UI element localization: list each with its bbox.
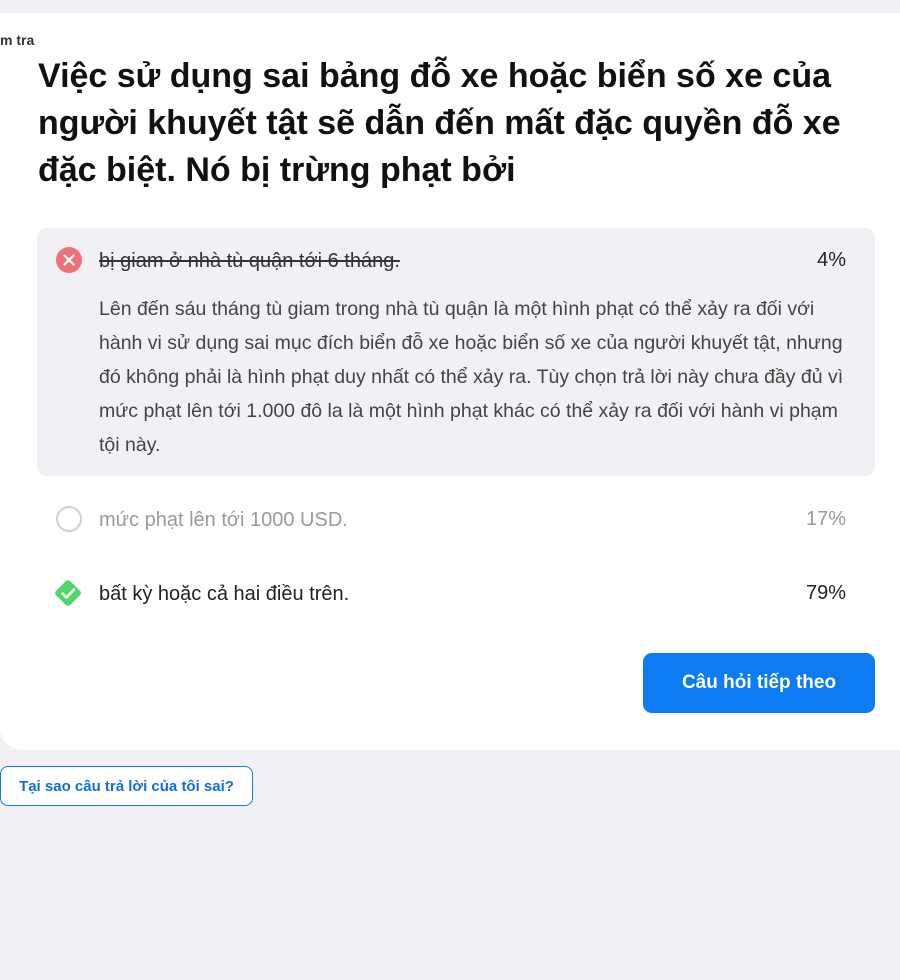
empty-circle-icon [56,506,82,532]
answer-option-1[interactable]: bị giam ở nhà tù quận tới 6 tháng. 4% [37,240,875,280]
answer-option-percent: 4% [817,249,846,271]
answer-option-percent: 79% [805,582,846,604]
check-diamond-icon [51,576,85,610]
answer-explanation: Lên đến sáu tháng tù giam trong nhà tù q… [99,298,844,456]
answer-option-3[interactable]: bất kỳ hoặc cả hai điều trên. 79% [37,573,875,613]
answer-option-percent: 17% [805,508,846,530]
why-wrong-button[interactable]: Tại sao câu trả lời của tôi sai? [0,766,253,806]
answer-option-label: bị giam ở nhà tù quận tới 6 tháng. [99,250,400,272]
corner-label: m tra [0,32,35,48]
question-text: Việc sử dụng sai bảng đỗ xe hoặc biển số… [38,57,841,189]
x-circle-icon [56,247,82,273]
next-question-button[interactable]: Câu hỏi tiếp theo [643,653,875,713]
answer-option-2[interactable]: mức phạt lên tới 1000 USD. 17% [37,499,875,539]
answer-option-label: bất kỳ hoặc cả hai điều trên. [99,583,350,605]
answer-option-label: mức phạt lên tới 1000 USD. [99,509,348,531]
